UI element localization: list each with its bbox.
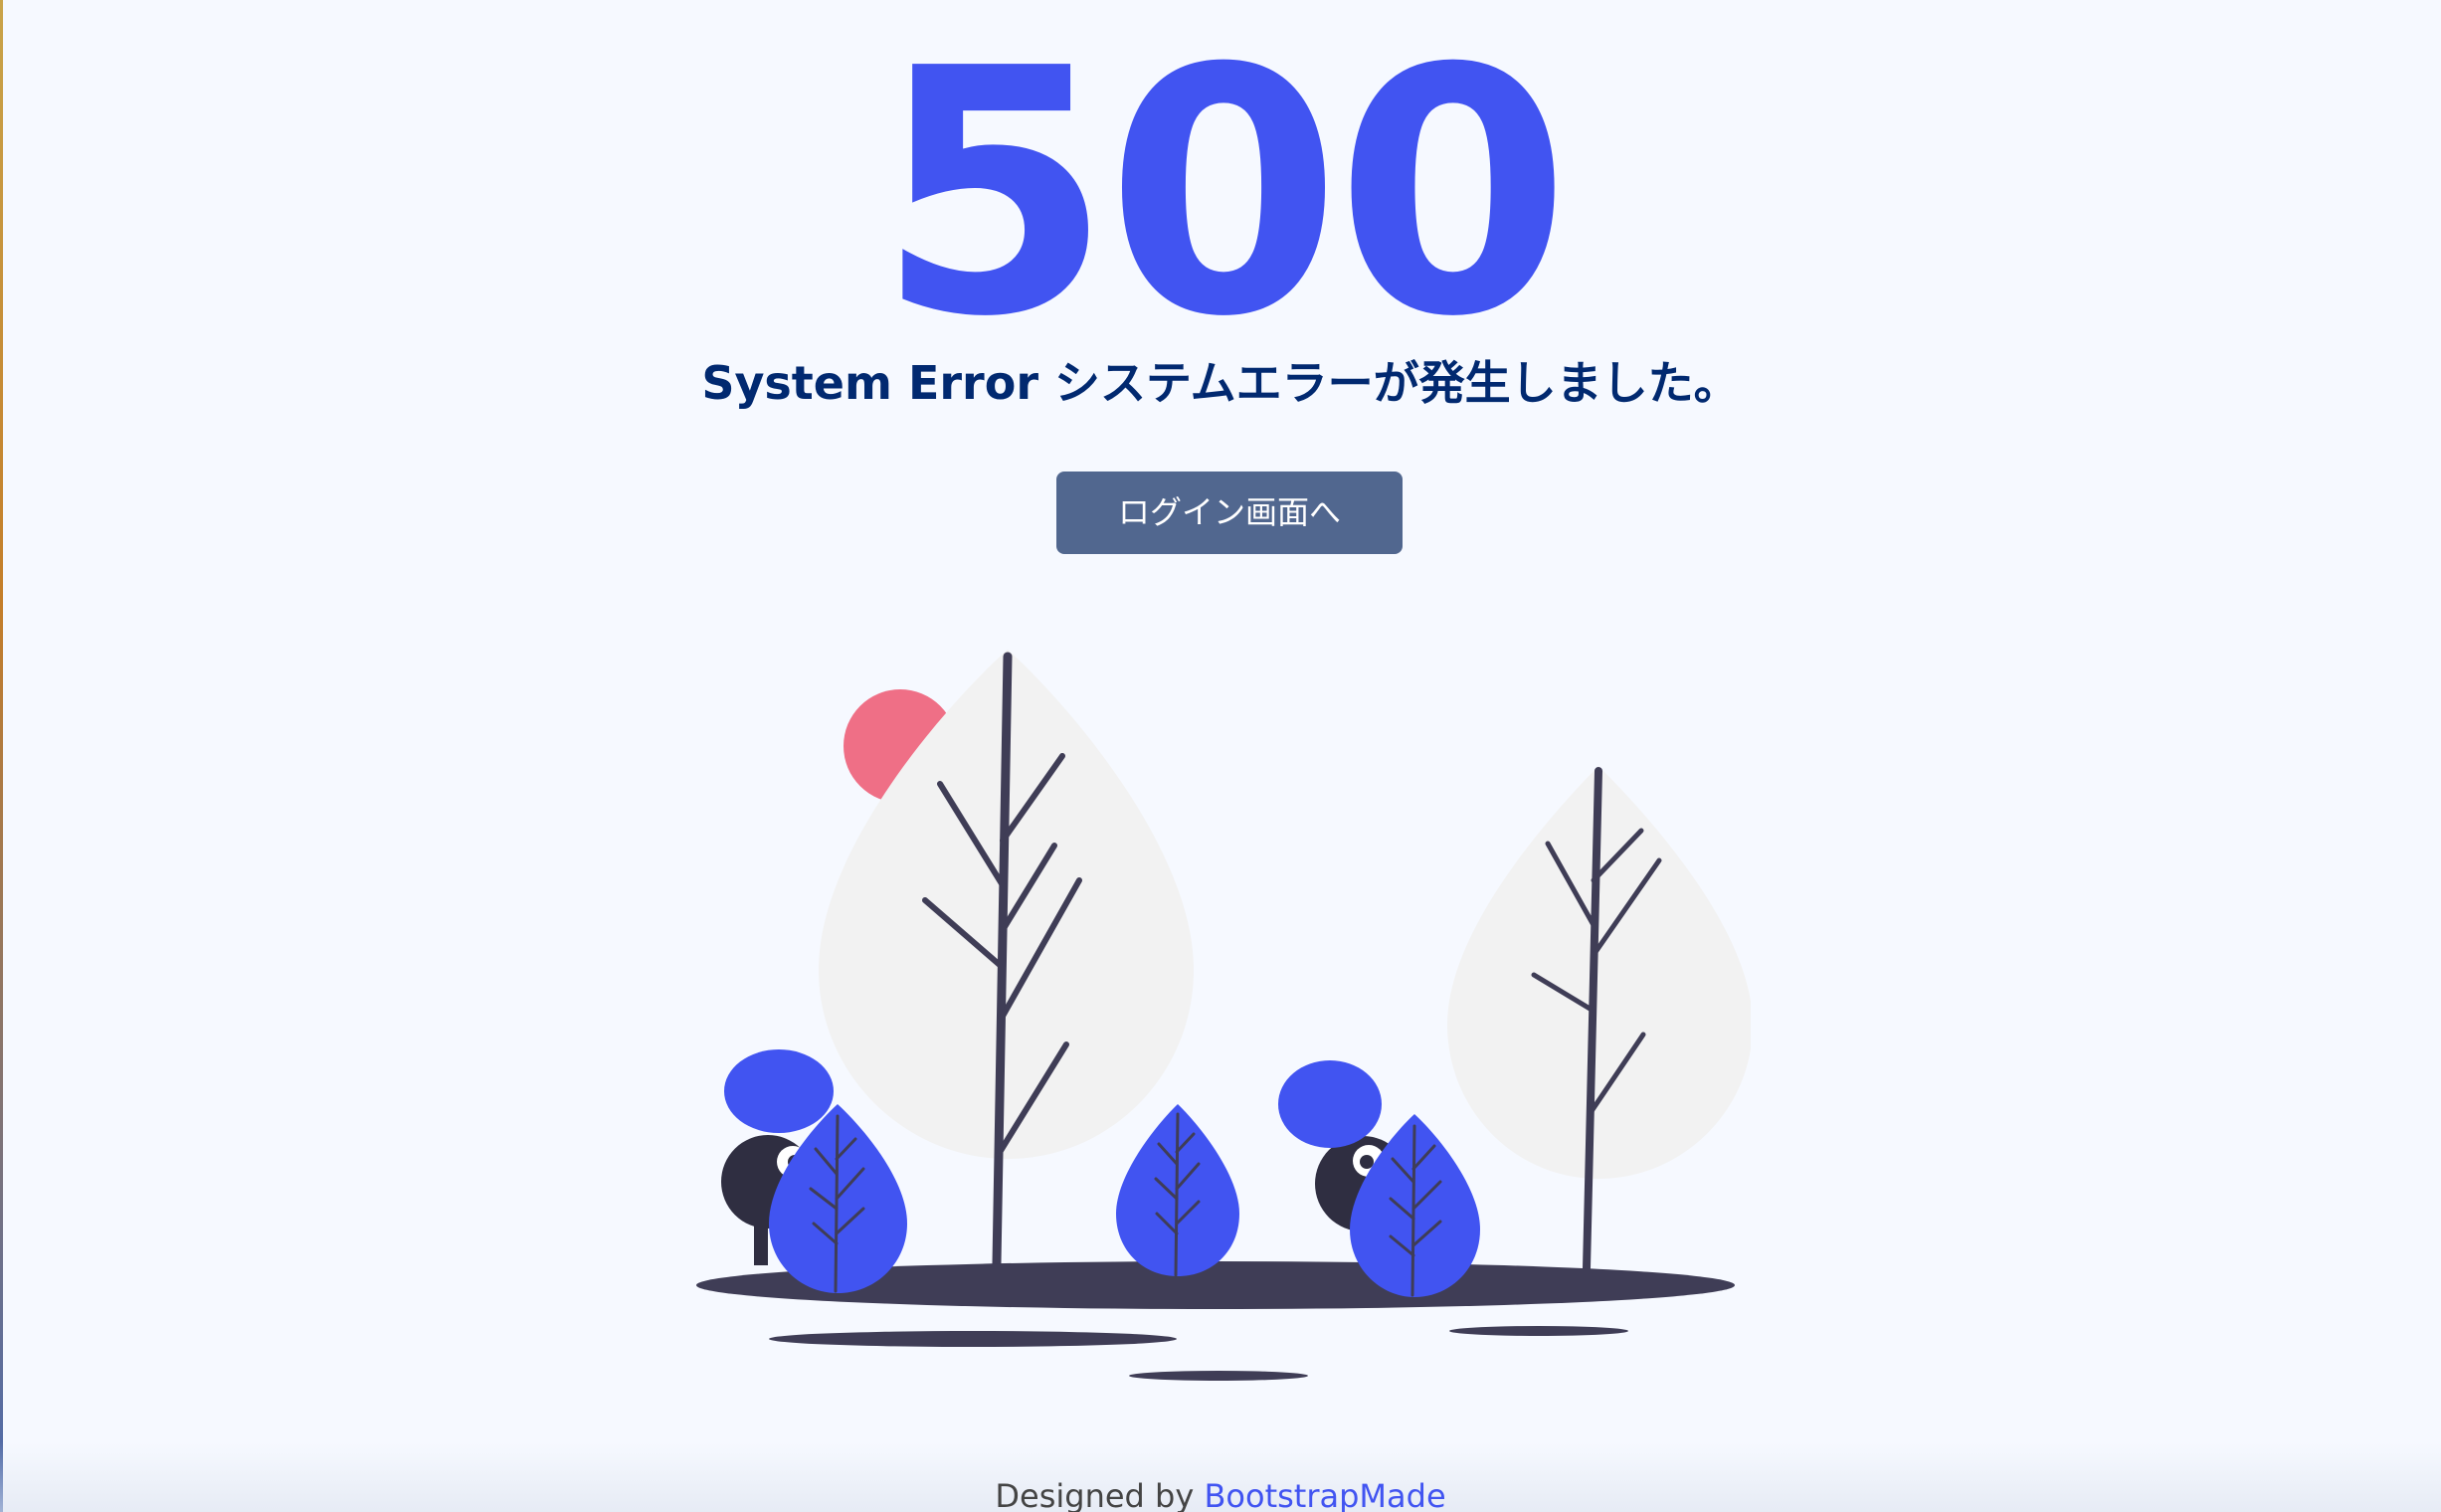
error-message: System Error システムエラーが発生しました。: [701, 356, 1740, 410]
login-page-button[interactable]: ログイン画面へ: [1056, 472, 1403, 554]
left-bush: [769, 1104, 907, 1293]
credits: Designed by BootstrapMade: [0, 1474, 2441, 1512]
error-code: 500: [876, 0, 1571, 391]
bootstrapmade-link[interactable]: BootstrapMade: [1204, 1477, 1445, 1512]
center-bush: [1116, 1104, 1239, 1277]
ground-shadow-small-center: [1129, 1371, 1308, 1381]
ground-shadow-small-right: [1449, 1326, 1628, 1336]
error-page: 500 System Error システムエラーが発生しました。 ログイン画面へ: [0, 0, 2441, 1512]
not-found-illustration: [696, 650, 1751, 1381]
ground-shadow-small-left: [769, 1331, 1177, 1347]
credits-text: Designed by: [995, 1477, 1195, 1512]
